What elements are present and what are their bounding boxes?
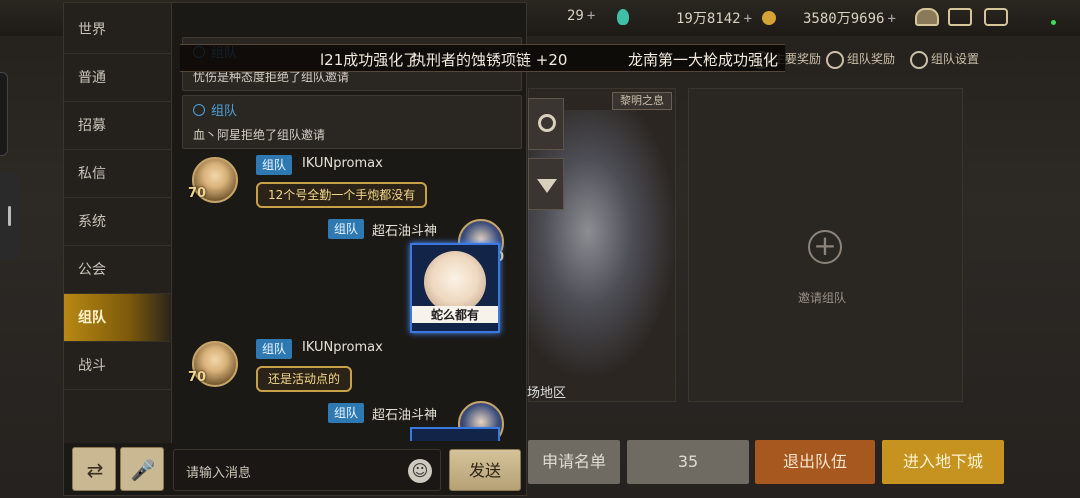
screen-edge-handle — [0, 72, 8, 156]
apply-list-button[interactable]: 申请名单 — [528, 440, 620, 484]
marquee-item-name: 执刑者的蚀锈项链 +20 — [411, 51, 568, 69]
gem-counter: 19万8142 + — [676, 11, 753, 27]
message-input[interactable]: 请输入消息 ☺ — [173, 449, 441, 491]
username[interactable]: 超石油斗神 — [372, 404, 437, 423]
team-info-icon — [193, 104, 205, 116]
sticker-message[interactable] — [410, 427, 500, 441]
settings-side-button[interactable] — [528, 98, 564, 150]
chat-bubble: 还是活动点的 — [256, 366, 353, 392]
gold-coin-icon — [762, 11, 776, 25]
tab-team[interactable]: 组队 — [64, 294, 172, 342]
message-input-placeholder: 请输入消息 — [186, 466, 252, 481]
stamina-plus-icon[interactable]: + — [587, 8, 595, 24]
leave-team-button[interactable]: 退出队伍 — [755, 440, 875, 484]
count-button[interactable]: 35 — [627, 440, 749, 484]
question-icon — [826, 50, 844, 69]
chat-bubble: 12个号全勤一个手炮都没有 — [256, 182, 428, 208]
sticker-message[interactable]: 蛇么都有 — [410, 243, 500, 333]
level-label: 70 — [188, 186, 207, 201]
system-message: 组队 血丶阿星拒绝了组队邀请 — [182, 95, 522, 149]
marquee-text-right: 龙南第一大枪成功强化 — [628, 51, 779, 69]
channel-badge: 组队 — [256, 339, 293, 359]
tab-world[interactable]: 世界 — [64, 6, 172, 54]
announcement-marquee: l21成功强化了 执刑者的蚀锈项链 +20 龙南第一大枪成功强化 — [180, 44, 785, 72]
tab-private[interactable]: 私信 — [64, 150, 172, 198]
area-label: 场地区 — [527, 386, 567, 401]
status-dot-icon — [1051, 20, 1056, 25]
invite-team-label: 邀请组队 — [798, 291, 847, 305]
system-message-title: 组队 — [211, 104, 238, 119]
channel-badge: 组队 — [328, 219, 365, 239]
side-pull-handle[interactable] — [0, 172, 20, 260]
mail-icon[interactable] — [948, 8, 972, 26]
marquee-text-left: l21成功强化了 — [320, 51, 419, 69]
stamina-counter: 29 + — [567, 8, 596, 24]
chat-channel-tabs: 世界 普通 招募 私信 系统 公会 组队 战斗 — [64, 3, 172, 443]
tab-normal[interactable]: 普通 — [64, 54, 172, 102]
username[interactable]: 超石油斗神 — [372, 220, 437, 239]
gear-icon — [910, 50, 928, 69]
chat-icon[interactable] — [984, 8, 1008, 26]
sticker-character-face — [424, 251, 486, 313]
channel-badge: 组队 — [328, 403, 365, 423]
sticker-caption: 蛇么都有 — [412, 306, 498, 323]
gem-icon — [617, 9, 629, 25]
channel-badge: 组队 — [256, 155, 293, 175]
bag-icon[interactable] — [915, 8, 939, 26]
tab-recruit[interactable]: 招募 — [64, 102, 172, 150]
enter-dungeon-button[interactable]: 进入地下城 — [882, 440, 1004, 484]
tab-system[interactable]: 系统 — [64, 198, 172, 246]
send-button[interactable]: 发送 — [449, 449, 521, 491]
tab-guild[interactable]: 公会 — [64, 246, 172, 294]
gear-icon — [538, 114, 556, 132]
character-portrait — [528, 110, 678, 380]
tab-battle[interactable]: 战斗 — [64, 342, 172, 390]
level-label: 70 — [188, 370, 207, 385]
team-rewards-button[interactable]: 组队奖励 — [826, 50, 895, 69]
voice-to-text-button[interactable]: ⇄ — [72, 447, 116, 491]
username[interactable]: IKUNpromax — [302, 340, 383, 355]
character-title-tag: 黎明之息 — [612, 92, 672, 110]
team-settings-button[interactable]: 组队设置 — [910, 50, 979, 69]
microphone-button[interactable]: 🎤 — [120, 447, 164, 491]
dropdown-side-button[interactable] — [528, 158, 564, 210]
triangle-down-icon — [537, 179, 557, 193]
microphone-icon: 🎤 — [130, 458, 156, 482]
username[interactable]: IKUNpromax — [302, 156, 383, 171]
chat-panel: 世界 普通 招募 私信 系统 公会 组队 战斗 组队 忧伤是种态度拒绝了组队邀请… — [63, 2, 527, 496]
gold-counter: 3580万9696 + — [803, 11, 896, 27]
plus-icon[interactable]: + — [808, 230, 842, 264]
gold-plus-icon[interactable]: + — [887, 11, 895, 27]
speech-convert-icon: ⇄ — [86, 458, 104, 482]
emoji-icon[interactable]: ☺ — [408, 459, 432, 483]
system-message-text: 血丶阿星拒绝了组队邀请 — [193, 128, 326, 142]
gem-plus-icon[interactable]: + — [744, 11, 752, 27]
game-screen: 29 + 19万8142 + 3580万9696 + 主要奖励 组队奖励 组队设置 黎… — [0, 0, 1080, 498]
